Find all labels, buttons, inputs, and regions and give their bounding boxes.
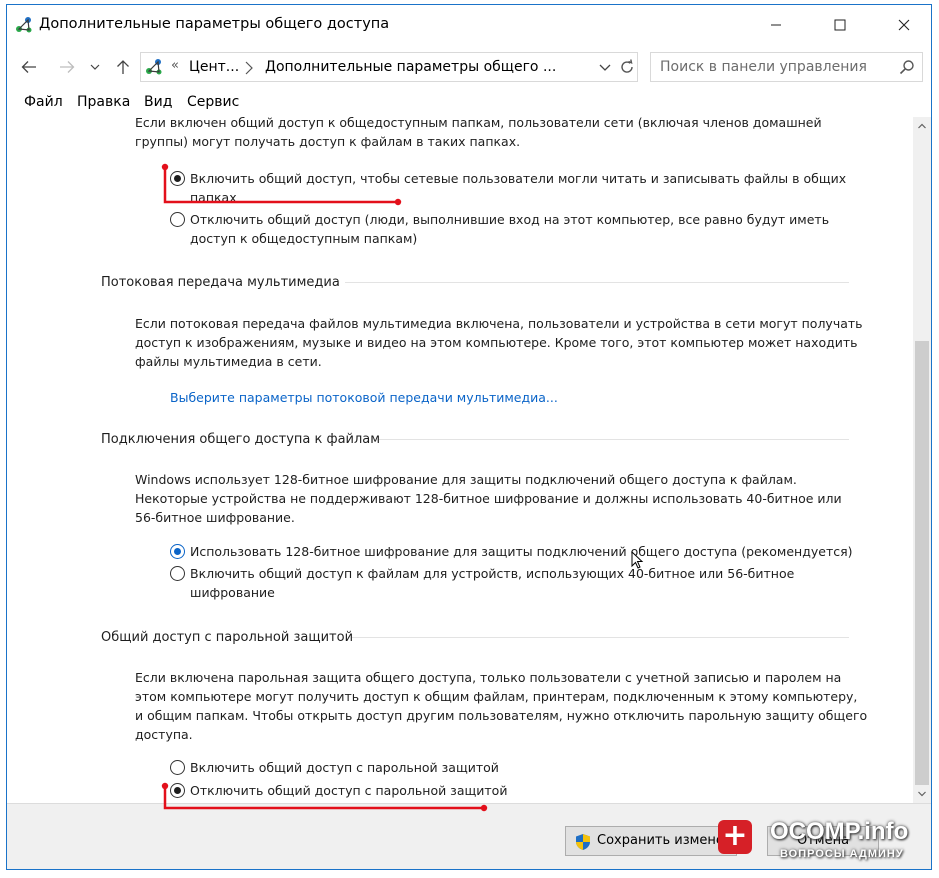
chevron-down-icon: [90, 64, 100, 70]
arrow-right-icon: [60, 61, 75, 73]
save-changes-button[interactable]: Сохранить изменения: [565, 826, 749, 856]
navigation-bar: « Цент... Дополнительные параметры общег…: [7, 49, 931, 85]
public-folders-on-label-line2[interactable]: папках: [190, 188, 237, 207]
password-sharing-description-line2: этом компьютере могут получить доступ к …: [135, 689, 858, 704]
menu-view[interactable]: Вид: [144, 94, 172, 110]
chevron-up-icon: [918, 123, 926, 129]
settings-content: Если включен общий доступ к общедоступны…: [7, 117, 913, 803]
minimize-icon: [771, 24, 781, 26]
scroll-down-button[interactable]: [913, 785, 931, 803]
maximize-button[interactable]: [817, 5, 863, 45]
scroll-up-button[interactable]: [913, 117, 931, 135]
menu-bar: Файл Правка Вид Сервис: [7, 91, 931, 115]
minimize-button[interactable]: [753, 5, 799, 45]
password-sharing-description-line4: доступа.: [135, 727, 193, 742]
password-sharing-description-line1: Если включена парольная защита общего до…: [135, 670, 842, 685]
watermark-tagline: ВОПРОСЫ АДМИНУ: [780, 848, 904, 860]
breadcrumb-overflow[interactable]: «: [171, 58, 179, 73]
arrow-left-icon: [21, 61, 36, 73]
recent-locations-button[interactable]: [86, 55, 104, 79]
public-folders-on-label-line1[interactable]: Включить общий доступ, чтобы сетевые пол…: [190, 169, 846, 188]
plus-icon: +: [718, 820, 752, 854]
encryption-40-56-radio[interactable]: [170, 566, 185, 581]
password-sharing-title: Общий доступ с парольной защитой: [101, 630, 354, 645]
menu-edit[interactable]: Правка: [77, 94, 130, 110]
encryption-40-56-label-line2[interactable]: шифрование: [190, 583, 275, 602]
search-placeholder: Поиск в панели управления: [660, 59, 867, 75]
media-streaming-title: Потоковая передача мультимедиа: [101, 275, 340, 290]
breadcrumb-current[interactable]: Дополнительные параметры общего ...: [265, 59, 556, 75]
arrow-up-icon: [117, 60, 129, 74]
close-icon: [898, 19, 910, 31]
back-button[interactable]: [16, 55, 42, 79]
chevron-down-icon[interactable]: [597, 59, 613, 75]
public-folders-on-radio[interactable]: [170, 171, 185, 186]
network-icon: [146, 59, 162, 75]
menu-tools[interactable]: Сервис: [187, 94, 239, 110]
public-folders-off-label-line2[interactable]: доступ к общедоступным папкам): [190, 229, 417, 248]
media-streaming-options-link[interactable]: Выберите параметры потоковой передачи му…: [170, 388, 558, 407]
encryption-128-radio[interactable]: [170, 544, 185, 559]
password-sharing-on-label[interactable]: Включить общий доступ с парольной защито…: [190, 758, 499, 777]
public-folders-off-label-line1[interactable]: Отключить общий доступ (люди, выполнивши…: [190, 210, 829, 229]
media-streaming-description-line3: файлы мультимедиа в сети.: [135, 354, 322, 369]
network-icon: [16, 17, 32, 33]
file-sharing-title: Подключения общего доступа к файлам: [101, 432, 381, 447]
section-divider: [379, 439, 849, 440]
close-button[interactable]: [881, 5, 927, 45]
uac-shield-icon: [576, 834, 590, 850]
breadcrumb-network-center[interactable]: Цент...: [189, 59, 239, 75]
section-divider: [352, 637, 849, 638]
encryption-128-label[interactable]: Использовать 128-битное шифрование для з…: [190, 542, 853, 561]
watermark-brand: OCOMP.info: [770, 818, 909, 845]
address-bar[interactable]: « Цент... Дополнительные параметры общег…: [140, 52, 638, 82]
up-button[interactable]: [110, 55, 136, 79]
search-input[interactable]: Поиск в панели управления: [650, 52, 923, 82]
watermark-logo: + OCOMP.info ВОПРОСЫ АДМИНУ: [718, 818, 930, 868]
menu-file[interactable]: Файл: [24, 94, 63, 110]
password-sharing-off-label[interactable]: Отключить общий доступ с парольной защит…: [190, 781, 507, 800]
password-sharing-on-radio[interactable]: [170, 760, 185, 775]
search-icon[interactable]: [899, 59, 915, 75]
password-sharing-description-line3: и общим папкам. Чтобы открыть доступ дру…: [135, 708, 868, 723]
media-streaming-description-line2: доступ к изображениям, музыке и видео на…: [135, 335, 858, 350]
password-sharing-off-radio[interactable]: [170, 783, 185, 798]
section-divider: [345, 282, 849, 283]
public-folders-description-line2: группы) могут получать доступ к файлам в…: [135, 134, 521, 149]
vertical-scrollbar[interactable]: [913, 117, 931, 803]
chevron-down-icon: [918, 791, 926, 797]
scrollbar-thumb[interactable]: [915, 341, 929, 785]
title-bar: Дополнительные параметры общего доступа: [7, 5, 931, 45]
chevron-right-icon[interactable]: [244, 61, 254, 75]
file-sharing-description-line3: 56-битное шифрование.: [135, 510, 295, 525]
public-folders-off-radio[interactable]: [170, 212, 185, 227]
public-folders-description-line1: Если включен общий доступ к общедоступны…: [135, 117, 822, 130]
media-streaming-description-line1: Если потоковая передача файлов мультимед…: [135, 316, 863, 331]
control-panel-window: Дополнительные параметры общего доступа: [6, 4, 932, 870]
refresh-icon[interactable]: [618, 58, 636, 76]
mouse-cursor-icon: [631, 551, 644, 569]
maximize-icon: [834, 19, 846, 31]
encryption-40-56-label-line1[interactable]: Включить общий доступ к файлам для устро…: [190, 564, 794, 583]
file-sharing-description-line1: Windows использует 128-битное шифрование…: [135, 472, 797, 487]
forward-button[interactable]: [54, 55, 80, 79]
window-title: Дополнительные параметры общего доступа: [39, 16, 390, 32]
file-sharing-description-line2: Некоторые устройства не поддерживают 128…: [135, 491, 842, 506]
